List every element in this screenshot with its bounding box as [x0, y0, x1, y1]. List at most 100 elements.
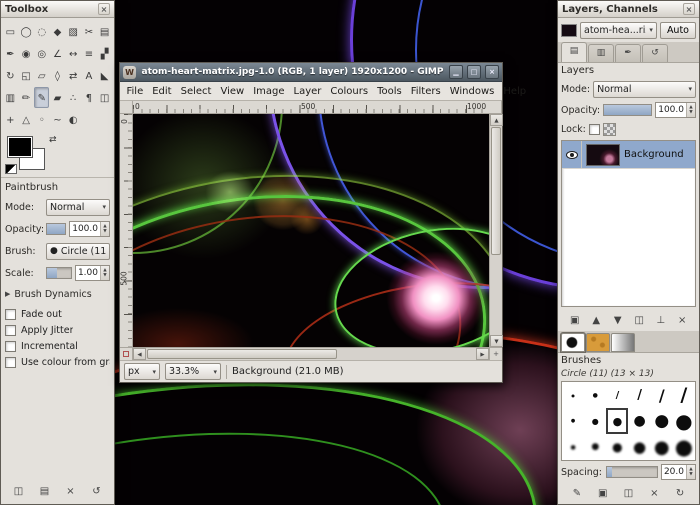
horizontal-scrollbar[interactable]: ◀ ▶ — [133, 347, 489, 360]
opacity-slider[interactable] — [46, 223, 66, 235]
save-tool-options-button[interactable]: ◫ — [9, 482, 29, 500]
brush-circle-03[interactable]: ● — [562, 408, 584, 434]
spinner-arrows[interactable]: ▲▼ — [100, 222, 109, 236]
checkbox[interactable] — [5, 325, 16, 336]
scroll-up-icon[interactable]: ▲ — [490, 114, 503, 126]
ink-tool[interactable]: ¶ — [82, 87, 97, 108]
anchor-layer-button[interactable]: ⊥ — [651, 311, 671, 329]
checkbox[interactable] — [5, 309, 16, 320]
move-tool[interactable]: ↔ — [66, 43, 81, 64]
scale-tool[interactable]: ◱ — [19, 65, 34, 86]
heal-tool[interactable]: + — [3, 109, 18, 130]
text-tool[interactable]: A — [82, 65, 97, 86]
swap-colors-icon[interactable]: ⇄ — [49, 135, 57, 145]
close-icon[interactable]: × — [98, 3, 110, 15]
maximize-icon[interactable]: □ — [467, 65, 481, 79]
fuzzy-select-tool[interactable]: ◆ — [50, 21, 65, 42]
new-layer-button[interactable]: ▣ — [565, 311, 585, 329]
layer-row-background[interactable]: Background — [562, 141, 695, 169]
new-brush-button[interactable]: ▣ — [593, 484, 613, 502]
brush-dot-medium[interactable]: ● — [584, 382, 606, 408]
paths-tool[interactable]: ✒ — [3, 43, 18, 64]
brush-circle-fuzzy-23[interactable]: ● — [673, 434, 695, 460]
brush-circle-15[interactable]: ● — [628, 408, 650, 434]
lower-layer-button[interactable]: ▼ — [608, 311, 628, 329]
menu-filters[interactable]: Filters — [406, 84, 445, 99]
brush-circle-fuzzy-15[interactable]: ● — [628, 434, 650, 460]
perspective-clone-tool[interactable]: △ — [19, 109, 34, 130]
delete-tool-options-button[interactable]: × — [61, 482, 81, 500]
shear-tool[interactable]: ▱ — [34, 65, 49, 86]
scissors-select-tool[interactable]: ✂ — [82, 21, 97, 42]
navigation-button[interactable]: + — [489, 347, 502, 360]
menu-layer[interactable]: Layer — [289, 84, 326, 99]
ruler-corner[interactable] — [120, 101, 133, 114]
airbrush-tool[interactable]: ∴ — [66, 87, 81, 108]
color-picker-tool[interactable]: ◉ — [19, 43, 34, 64]
brush-circle-11[interactable]: ● — [606, 408, 628, 434]
spinner-arrows[interactable]: ▲▼ — [686, 465, 695, 479]
spacing-slider[interactable] — [606, 466, 658, 478]
menu-edit[interactable]: Edit — [148, 84, 176, 99]
brush-calligraphic-1[interactable]: / — [606, 382, 628, 408]
eraser-tool[interactable]: ▰ — [50, 87, 65, 108]
menu-image[interactable]: Image — [249, 84, 289, 99]
rect-select-tool[interactable]: ▭ — [3, 21, 18, 42]
lock-alpha-checkbox[interactable] — [589, 124, 600, 135]
clone-tool[interactable]: ◫ — [97, 87, 112, 108]
image-window-titlebar[interactable]: W atom-heart-matrix.jpg-1.0 (RGB, 1 laye… — [120, 63, 502, 82]
spacing-spinner[interactable]: 20.0 ▲▼ — [661, 464, 696, 480]
menu-windows[interactable]: Windows — [445, 84, 499, 99]
toolbox-titlebar[interactable]: Toolbox × — [1, 1, 114, 18]
horizontal-ruler[interactable]: 0 500 1000 — [133, 101, 489, 114]
paintbrush-tool[interactable]: ✎ — [34, 87, 49, 108]
dodge-burn-tool[interactable]: ◐ — [66, 109, 81, 130]
layer-opacity-slider[interactable] — [603, 104, 652, 116]
visibility-cell[interactable] — [562, 141, 582, 168]
unit-select[interactable]: px ▾ — [124, 363, 160, 380]
vertical-scrollbar[interactable]: ▲ ▼ — [489, 114, 502, 347]
duplicate-brush-button[interactable]: ◫ — [618, 484, 638, 502]
brushes-dock-tab[interactable] — [561, 333, 585, 352]
brush-circle-23[interactable]: ● — [673, 408, 695, 434]
pencil-tool[interactable]: ✏ — [19, 87, 34, 108]
edit-brush-button[interactable]: ✎ — [567, 484, 587, 502]
scroll-right-icon[interactable]: ▶ — [476, 348, 489, 360]
layer-opacity-spinner[interactable]: 100.0 ▲▼ — [655, 102, 696, 118]
incremental-checkbox-row[interactable]: Incremental — [5, 338, 110, 354]
zoom-tool[interactable]: ◎ — [34, 43, 49, 64]
spinner-arrows[interactable]: ▲▼ — [100, 266, 109, 280]
scroll-left-icon[interactable]: ◀ — [133, 348, 146, 360]
brush-circle-fuzzy-19[interactable]: ● — [651, 434, 673, 460]
brush-calligraphic-3[interactable]: / — [651, 382, 673, 408]
mode-select[interactable]: Normal ▾ — [46, 199, 110, 216]
layer-mode-select[interactable]: Normal ▾ — [593, 81, 696, 98]
crop-tool[interactable]: ▞ — [97, 43, 112, 64]
bucket-fill-tool[interactable]: ◣ — [97, 65, 112, 86]
align-tool[interactable]: ≡ — [82, 43, 97, 64]
close-icon[interactable]: × — [485, 65, 499, 79]
patterns-dock-tab[interactable] — [586, 333, 610, 352]
delete-layer-button[interactable]: × — [672, 311, 692, 329]
brush-circle-19[interactable]: ● — [651, 408, 673, 434]
opacity-spinner[interactable]: 100.0 ▲▼ — [69, 221, 110, 237]
image-select[interactable]: atom-hea...rix.jpg-1 ▾ — [580, 22, 657, 39]
menu-tools[interactable]: Tools — [373, 84, 407, 99]
vertical-ruler[interactable]: 0 500 — [120, 114, 133, 347]
perspective-tool[interactable]: ◊ — [50, 65, 65, 86]
rotate-tool[interactable]: ↻ — [3, 65, 18, 86]
spin-down-icon[interactable]: ▼ — [687, 472, 695, 477]
brush-circle-fuzzy-07[interactable]: ● — [584, 434, 606, 460]
use-colour-from-gradient-checkbox-row[interactable]: Use colour from gradien — [5, 354, 110, 370]
blend-tool[interactable]: ▥ — [3, 87, 18, 108]
paths-tab[interactable]: ✒ — [615, 44, 641, 62]
scale-spinner[interactable]: 1.00 ▲▼ — [75, 265, 110, 281]
reset-tool-options-button[interactable]: ↺ — [87, 482, 107, 500]
apply-jitter-checkbox-row[interactable]: Apply Jitter — [5, 322, 110, 338]
blur-sharpen-tool[interactable]: ◦ — [34, 109, 49, 130]
foreground-color-swatch[interactable] — [7, 136, 33, 158]
close-icon[interactable]: × — [683, 3, 695, 15]
menu-file[interactable]: File — [122, 84, 148, 99]
brush-circle-fuzzy-11[interactable]: ● — [606, 434, 628, 460]
brush-calligraphic-4[interactable]: / — [673, 382, 695, 408]
